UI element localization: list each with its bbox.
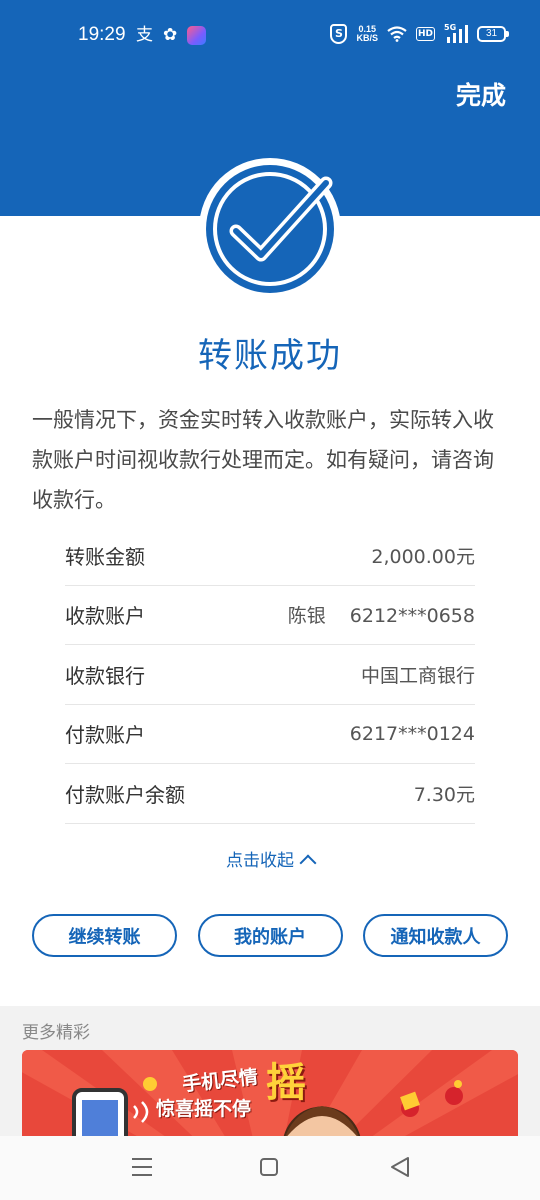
transfer-details: 转账金额 2,000.00元 收款账户 陈银 6212***0658 收款银行 中… [65, 526, 475, 824]
action-buttons: 继续转账 我的账户 通知收款人 [32, 914, 508, 957]
alipay-icon: 支 [136, 25, 153, 45]
result-description: 一般情况下，资金实时转入收款账户，实际转入收款账户时间视收款行处理而定。如有疑问… [32, 408, 494, 512]
notification-icons: 支 ✿ [136, 25, 207, 45]
done-button[interactable]: 完成 [456, 76, 506, 112]
detail-label: 收款银行 [65, 663, 145, 688]
more-title: 更多精彩 [22, 1023, 90, 1043]
more-section: 更多精彩 手机尽情 摇 惊喜摇不停 [0, 1006, 540, 1136]
success-badge [199, 158, 341, 300]
chevron-up-icon [299, 854, 317, 872]
collapse-toggle[interactable]: 点击收起 [0, 846, 540, 872]
system-icons: S 0.15 KB/S HD 5G 31 [330, 23, 509, 44]
payee-account-number: 6212***0658 [349, 605, 475, 628]
shield-icon: S [330, 24, 348, 44]
detail-label: 付款账户余额 [65, 782, 185, 807]
uc-icon: ✿ [163, 25, 178, 45]
detail-label: 付款账户 [65, 723, 145, 748]
detail-label: 转账金额 [65, 544, 145, 569]
detail-row-balance: 付款账户余额 7.30元 [65, 764, 475, 824]
result-title: 转账成功 [198, 336, 342, 376]
signal-icon: 5G [444, 23, 468, 43]
continue-transfer-button[interactable]: 继续转账 [32, 914, 177, 957]
detail-row-payee-bank: 收款银行 中国工商银行 [65, 645, 475, 705]
detail-row-payer-account: 付款账户 6217***0124 [65, 705, 475, 764]
promo-banner[interactable]: 手机尽情 摇 惊喜摇不停 [22, 1050, 518, 1136]
wifi-icon [387, 26, 407, 42]
detail-value: 陈银 6212***0658 [288, 601, 475, 628]
back-icon[interactable] [390, 1156, 410, 1178]
detail-row-payee-account: 收款账户 陈银 6212***0658 [65, 586, 475, 645]
detail-value: 7.30元 [413, 783, 475, 806]
my-account-button[interactable]: 我的账户 [197, 914, 343, 957]
payee-name: 陈银 [287, 605, 326, 628]
collapse-label: 点击收起 [226, 851, 294, 871]
check-circle [206, 165, 334, 293]
net-speed-unit: KB/S [356, 33, 378, 43]
detail-row-amount: 转账金额 2,000.00元 [65, 526, 475, 586]
detail-label: 收款账户 [65, 604, 145, 629]
detail-value: 6217***0124 [349, 722, 475, 745]
app-icon [187, 25, 207, 45]
menu-icon[interactable] [132, 1158, 152, 1182]
notify-payee-button[interactable]: 通知收款人 [363, 914, 508, 957]
battery-icon: 31 [477, 26, 509, 42]
checkmark-icon [213, 172, 333, 286]
network-speed: 0.15 KB/S [356, 25, 378, 43]
status-bar: 19:29 支 ✿ S 0.15 KB/S HD 5G 31 [0, 0, 540, 72]
banner-big-char: 摇 [266, 1060, 306, 1106]
system-navigation-bar [0, 1136, 540, 1200]
status-time: 19:29 [78, 24, 126, 45]
detail-value: 中国工商银行 [360, 664, 475, 687]
home-icon[interactable] [260, 1158, 278, 1176]
hd-badge: HD [415, 27, 435, 41]
network-type: 5G [444, 23, 457, 32]
detail-value: 2,000.00元 [371, 545, 475, 568]
banner-line2: 惊喜摇不停 [156, 1098, 252, 1120]
